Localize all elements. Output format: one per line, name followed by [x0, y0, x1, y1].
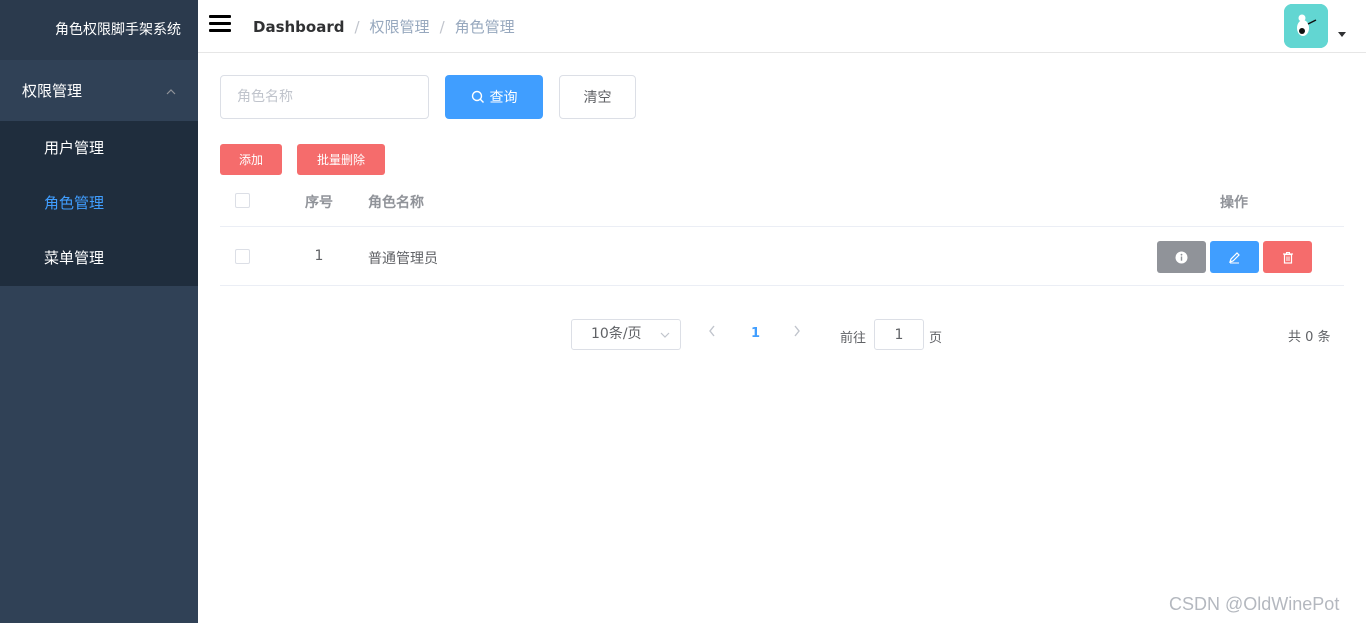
page-size-select[interactable]: 10条/页 — [571, 319, 681, 350]
total-count: 共 0 条 — [1288, 330, 1331, 345]
breadcrumb-separator: / — [354, 17, 360, 36]
menu-group-permissions[interactable]: 权限管理 — [0, 60, 198, 121]
header-index: 序号 — [305, 195, 333, 211]
chevron-up-icon — [166, 84, 176, 98]
menu-group-label: 权限管理 — [22, 82, 83, 100]
chevron-right-icon[interactable] — [793, 325, 801, 341]
roles-table: 序号 角色名称 操作 1 普通管理员 — [220, 175, 1344, 286]
page-size-value: 10条/页 — [591, 326, 642, 342]
query-button[interactable]: 查询 — [445, 75, 543, 119]
sidebar-item-menus[interactable]: 菜单管理 — [0, 231, 198, 286]
app-title: 角色权限脚手架系统 — [0, 0, 198, 60]
table-header-row: 序号 角色名称 操作 — [220, 175, 1344, 227]
sidebar-item-users[interactable]: 用户管理 — [0, 121, 198, 176]
breadcrumb: Dashboard / 权限管理 / 角色管理 — [253, 16, 515, 37]
goto-page-input[interactable] — [874, 319, 924, 350]
header-actions: 操作 — [1220, 195, 1248, 211]
detail-button[interactable] — [1157, 241, 1206, 273]
breadcrumb-roles: 角色管理 — [454, 18, 515, 36]
breadcrumb-dashboard[interactable]: Dashboard — [253, 18, 344, 36]
goto-label: 前往 — [840, 331, 867, 346]
clear-button[interactable]: 清空 — [559, 75, 636, 119]
chevron-left-icon[interactable] — [708, 325, 716, 341]
goto-unit: 页 — [929, 331, 943, 346]
add-button[interactable]: 添加 — [220, 144, 282, 175]
delete-icon — [1282, 251, 1293, 264]
caret-down-icon[interactable] — [1338, 32, 1346, 37]
batch-delete-button[interactable]: 批量删除 — [297, 144, 385, 175]
row-index: 1 — [314, 248, 324, 264]
breadcrumb-separator: / — [439, 17, 445, 36]
sidebar: 角色权限脚手架系统 权限管理 用户管理 角色管理 菜单管理 — [0, 0, 198, 623]
select-all-checkbox[interactable] — [235, 193, 250, 208]
delete-button[interactable] — [1263, 241, 1312, 273]
avatar[interactable] — [1284, 4, 1328, 48]
row-role-name: 普通管理员 — [368, 251, 438, 267]
table-row: 1 普通管理员 — [220, 227, 1344, 286]
role-name-search-input[interactable] — [220, 75, 429, 119]
row-actions — [1157, 241, 1312, 273]
info-icon — [1175, 251, 1188, 263]
edit-icon — [1229, 251, 1240, 263]
page-number-current[interactable]: 1 — [751, 326, 760, 341]
breadcrumb-permissions: 权限管理 — [369, 18, 430, 36]
sidebar-item-roles[interactable]: 角色管理 — [0, 176, 198, 231]
submenu: 用户管理 角色管理 菜单管理 — [0, 121, 198, 286]
watermark: CSDN @OldWinePot — [1169, 594, 1340, 614]
navbar: Dashboard / 权限管理 / 角色管理 — [198, 0, 1366, 53]
row-checkbox[interactable] — [235, 249, 250, 264]
edit-button[interactable] — [1210, 241, 1259, 273]
hamburger-icon[interactable] — [209, 15, 231, 33]
search-icon — [471, 90, 484, 103]
query-button-label: 查询 — [489, 90, 518, 106]
header-role-name: 角色名称 — [368, 195, 424, 211]
chevron-down-icon — [660, 320, 670, 361]
